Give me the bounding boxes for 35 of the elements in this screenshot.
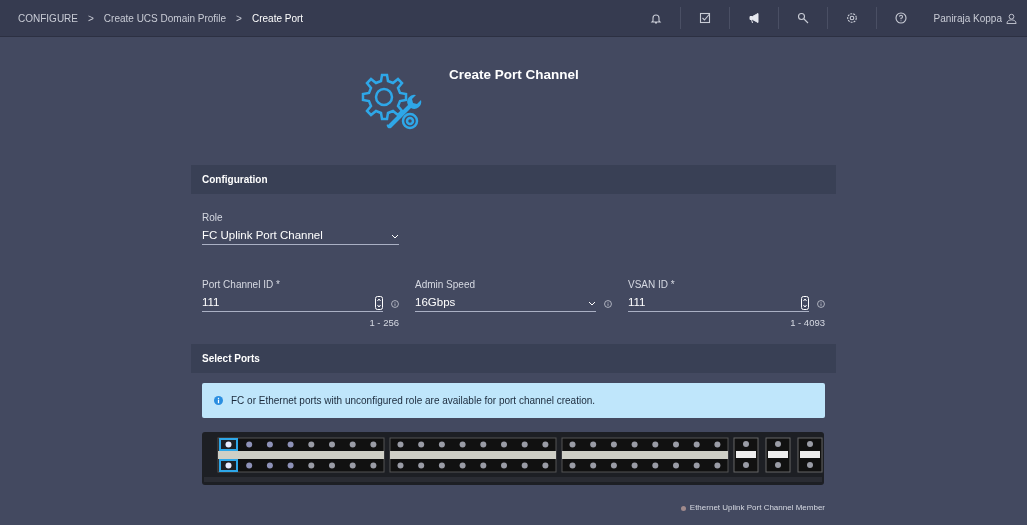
section-header: Configuration [191, 165, 836, 194]
number-field[interactable]: 111 [628, 295, 809, 312]
speed-select[interactable]: 16Gbps [415, 295, 596, 312]
field-label: VSAN ID * [628, 278, 676, 292]
breadcrumb-separator: > [236, 11, 242, 26]
field-label: Role [202, 211, 224, 225]
info-icon[interactable] [604, 299, 612, 308]
help-icon[interactable] [895, 12, 908, 24]
bell-icon[interactable] [649, 12, 662, 24]
chevron-icon [391, 233, 399, 239]
user-icon[interactable] [1006, 12, 1017, 24]
range-hint: 1 - 4093 [789, 316, 825, 330]
task-check-icon[interactable] [698, 12, 711, 24]
legend-label: Ethernet Uplink Port Channel Member [689, 502, 825, 515]
search-icon[interactable] [796, 12, 809, 24]
breadcrumb-link[interactable]: CONFIGURE [18, 10, 78, 26]
info-text: FC or Ethernet ports with unconfigured role are available for port channel creation. [231, 394, 596, 409]
chevron-icon [588, 300, 596, 306]
megaphone-icon[interactable] [747, 12, 760, 24]
field-label: Port Channel ID * [202, 278, 281, 292]
settings-icon[interactable] [845, 12, 858, 24]
breadcrumb-separator: > [88, 11, 94, 26]
stepper-icon[interactable] [375, 296, 383, 310]
info-icon [214, 396, 223, 406]
range-hint: 1 - 256 [368, 316, 399, 330]
role-select[interactable]: FC Uplink Port Channel [202, 228, 399, 245]
page-title: Create Port Channel [449, 66, 579, 83]
stepper-icon[interactable] [801, 296, 809, 310]
section-header: Select Ports [191, 344, 836, 374]
number-field[interactable]: 111 [202, 295, 383, 312]
breadcrumb-link[interactable]: Create UCS Domain Profile [103, 10, 227, 26]
info-icon[interactable] [817, 299, 825, 308]
info-icon[interactable] [391, 299, 399, 308]
user-name[interactable]: Paniraja Koppa [933, 10, 1002, 26]
field-label: Admin Speed [415, 278, 477, 292]
